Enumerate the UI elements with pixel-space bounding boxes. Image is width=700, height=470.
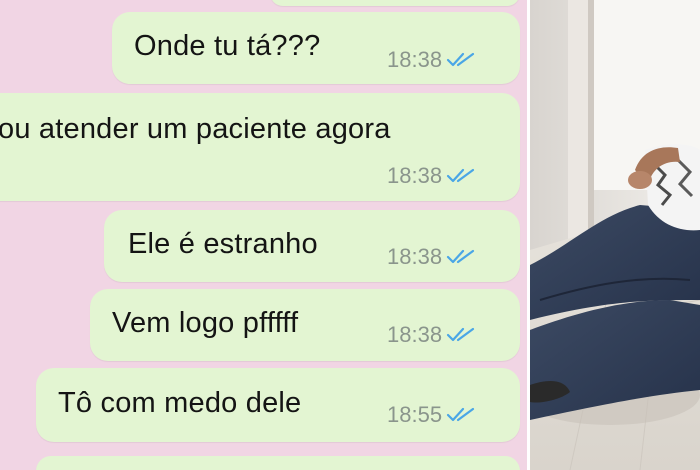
message-meta: 18:38	[387, 322, 476, 348]
message-time: 18:38	[387, 322, 443, 347]
message-bubble[interactable]: Vem logo pfffff 18:38	[90, 289, 520, 361]
message-meta: 18:38	[387, 47, 476, 73]
message-text: Vem logo pfffff	[112, 307, 299, 339]
message-bubble[interactable]: Tô com medo dele 18:55	[36, 368, 520, 442]
message-text: Ele é estranho	[128, 228, 318, 260]
double-check-icon	[446, 249, 475, 264]
photo-panel	[530, 0, 700, 470]
message-text: ou atender um paciente agora	[0, 113, 391, 145]
message-bubble-partial[interactable]	[270, 0, 520, 6]
message-text: Tô com medo dele	[58, 387, 302, 419]
double-check-icon	[446, 327, 475, 342]
message-meta: 18:55	[387, 402, 476, 428]
double-check-icon	[446, 52, 475, 67]
message-bubble[interactable]: Ele é estranho 18:38	[104, 210, 520, 282]
message-meta: 18:38	[387, 244, 476, 270]
person-sitting-photo	[530, 0, 700, 470]
chat-conversation: Onde tu tá??? 18:38 ou atender um pacien…	[0, 0, 527, 470]
message-time: 18:38	[387, 244, 443, 269]
message-text: Onde tu tá???	[134, 30, 321, 62]
message-time: 18:38	[387, 163, 443, 188]
message-bubble[interactable]: Onde tu tá??? 18:38	[112, 12, 520, 84]
message-meta: 18:38	[387, 163, 476, 189]
double-check-icon	[446, 168, 475, 183]
double-check-icon	[446, 407, 475, 422]
message-bubble-partial[interactable]	[36, 456, 520, 470]
message-time: 18:55	[387, 402, 443, 427]
message-time: 18:38	[387, 47, 443, 72]
message-bubble[interactable]: ou atender um paciente agora 18:38	[0, 93, 520, 201]
